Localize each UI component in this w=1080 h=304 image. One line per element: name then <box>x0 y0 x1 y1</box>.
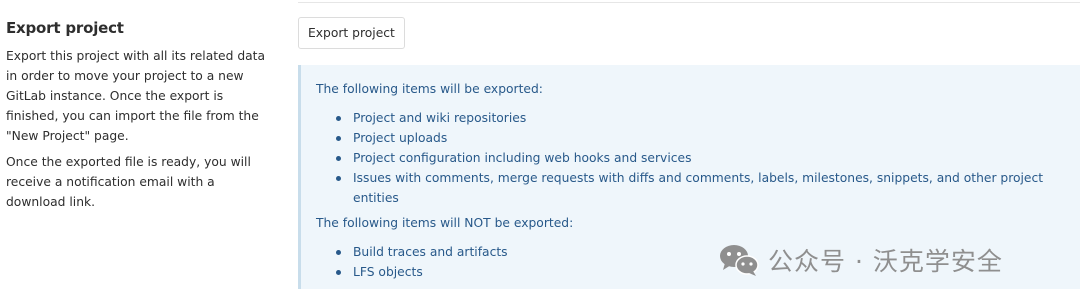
wechat-icon <box>720 245 759 276</box>
export-project-button[interactable]: Export project <box>298 17 405 49</box>
settings-section-header: Export project Export this project with … <box>6 18 268 218</box>
list-item: Project uploads <box>336 128 1080 148</box>
section-note: Once the exported file is ready, you wil… <box>6 155 251 209</box>
section-description: Export this project with all its related… <box>6 49 266 143</box>
section-title: Export project <box>6 19 124 37</box>
exported-items-list: Project and wiki repositories Project up… <box>316 108 1080 208</box>
list-item: Issues with comments, merge requests wit… <box>336 168 1080 208</box>
list-item: Project configuration including web hook… <box>336 148 1080 168</box>
watermark-text: 公众号 · 沃克学安全 <box>768 247 1003 276</box>
list-item: Project and wiki repositories <box>336 108 1080 128</box>
top-divider <box>298 2 1080 3</box>
not-exported-heading: The following items will NOT be exported… <box>316 216 574 230</box>
watermark: 公众号 · 沃克学安全 <box>718 242 1003 278</box>
exported-heading: The following items will be exported: <box>316 82 543 96</box>
